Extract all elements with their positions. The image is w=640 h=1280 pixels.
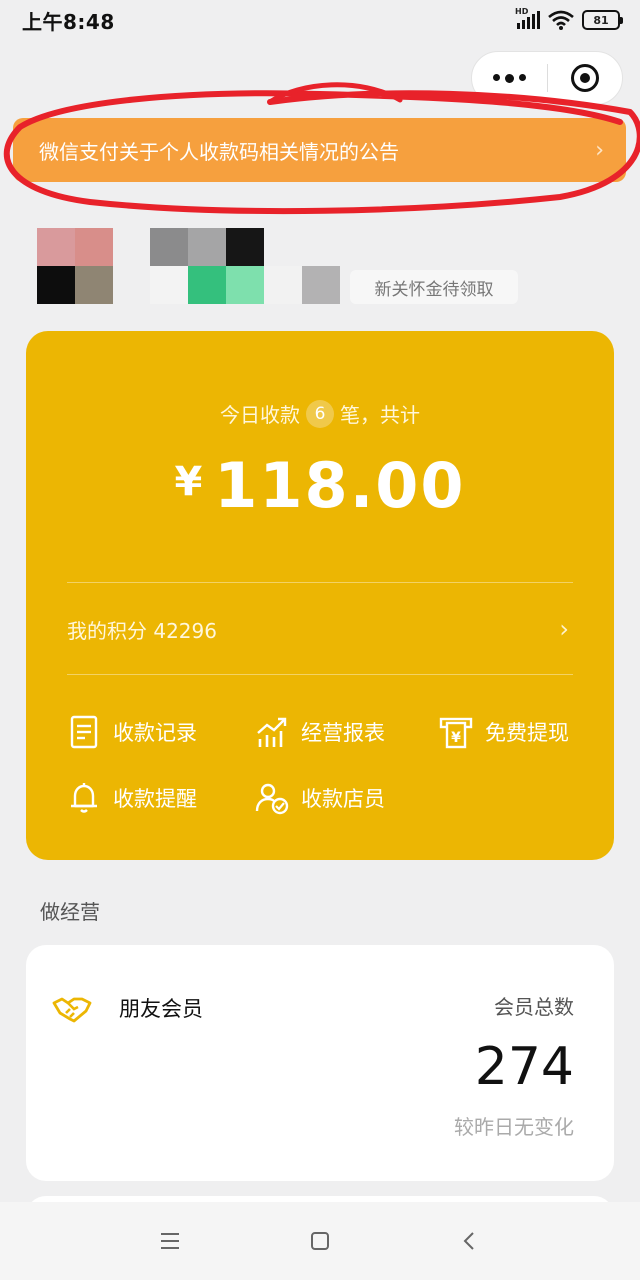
notice-text: 微信支付关于个人收款码相关情况的公告 — [39, 139, 399, 164]
amount-value: 118.00 — [214, 449, 466, 522]
battery-icon: 81 — [582, 10, 623, 30]
target-icon — [570, 64, 599, 92]
avatar — [37, 228, 113, 304]
more-dots-icon — [492, 73, 526, 83]
handshake-icon — [52, 997, 92, 1023]
wifi-icon — [548, 10, 574, 30]
merchant-name-blurred — [150, 228, 378, 304]
friend-member-card[interactable]: 朋友会员 会员总数 274 较昨日无变化 — [26, 945, 614, 1181]
member-card-title: 朋友会员 — [119, 997, 203, 1021]
home-icon — [311, 1232, 329, 1250]
menu-icon — [161, 1233, 179, 1249]
member-total-value: 274 — [474, 1037, 574, 1097]
today-summary: 今日收款 6 笔，共计 — [26, 399, 614, 428]
collection-reminder-button[interactable]: 收款提醒 — [67, 781, 197, 815]
action-label: 免费提现 — [485, 721, 569, 745]
miniprogram-capsule — [471, 51, 623, 105]
today-count: 6 — [306, 399, 334, 428]
system-navbar — [0, 1202, 640, 1280]
collection-records-button[interactable]: 收款记录 — [67, 715, 197, 749]
member-change-text: 较昨日无变化 — [454, 1115, 574, 1139]
care-fund-badge[interactable]: 新关怀金待领取 — [350, 270, 518, 304]
document-icon — [70, 715, 98, 749]
care-fund-text: 新关怀金待领取 — [374, 279, 494, 300]
member-total-label: 会员总数 — [494, 995, 574, 1019]
close-miniprogram-button[interactable] — [548, 52, 623, 104]
currency-symbol: ¥ — [174, 459, 205, 505]
staff-icon — [255, 783, 289, 815]
divider — [67, 674, 573, 675]
points-row[interactable]: 我的积分 42296 › — [67, 601, 573, 657]
points-label: 我的积分 42296 — [67, 618, 217, 643]
collection-summary-card: 今日收款 6 笔，共计 ¥118.00 我的积分 42296 › 收款记录 经营… — [26, 331, 614, 860]
free-withdraw-button[interactable]: ¥ 免费提现 — [439, 715, 569, 749]
signal-icon: HD — [515, 7, 540, 29]
today-amount: ¥118.00 — [26, 449, 614, 522]
chevron-right-icon: › — [595, 137, 604, 163]
action-label: 收款店员 — [301, 787, 385, 811]
action-label: 收款记录 — [113, 721, 197, 745]
business-report-button[interactable]: 经营报表 — [255, 715, 385, 749]
more-button[interactable] — [472, 52, 547, 104]
back-icon — [463, 1232, 474, 1250]
status-bar: 上午8:48 HD 81 — [0, 0, 640, 40]
action-label: 经营报表 — [301, 721, 385, 745]
notice-banner[interactable]: 微信支付关于个人收款码相关情况的公告 › — [13, 118, 626, 182]
section-title: 做经营 — [40, 900, 100, 924]
home-button[interactable] — [300, 1221, 340, 1261]
menu-button[interactable] — [150, 1221, 190, 1261]
collection-staff-button[interactable]: 收款店员 — [255, 781, 385, 815]
action-label: 收款提醒 — [113, 787, 197, 811]
today-suffix: 笔，共计 — [340, 403, 420, 427]
chart-trend-icon — [257, 717, 287, 747]
status-time: 上午8:48 — [22, 9, 115, 34]
bell-icon — [71, 783, 97, 813]
divider — [67, 582, 573, 583]
today-prefix: 今日收款 — [220, 403, 300, 427]
back-button[interactable] — [450, 1221, 490, 1261]
network-type: HD — [515, 7, 529, 16]
status-icons: HD 81 — [515, 7, 623, 30]
svg-text:¥: ¥ — [451, 730, 461, 746]
chevron-right-icon: › — [559, 615, 569, 643]
battery-level: 81 — [593, 13, 609, 27]
cash-out-icon: ¥ — [439, 717, 473, 749]
